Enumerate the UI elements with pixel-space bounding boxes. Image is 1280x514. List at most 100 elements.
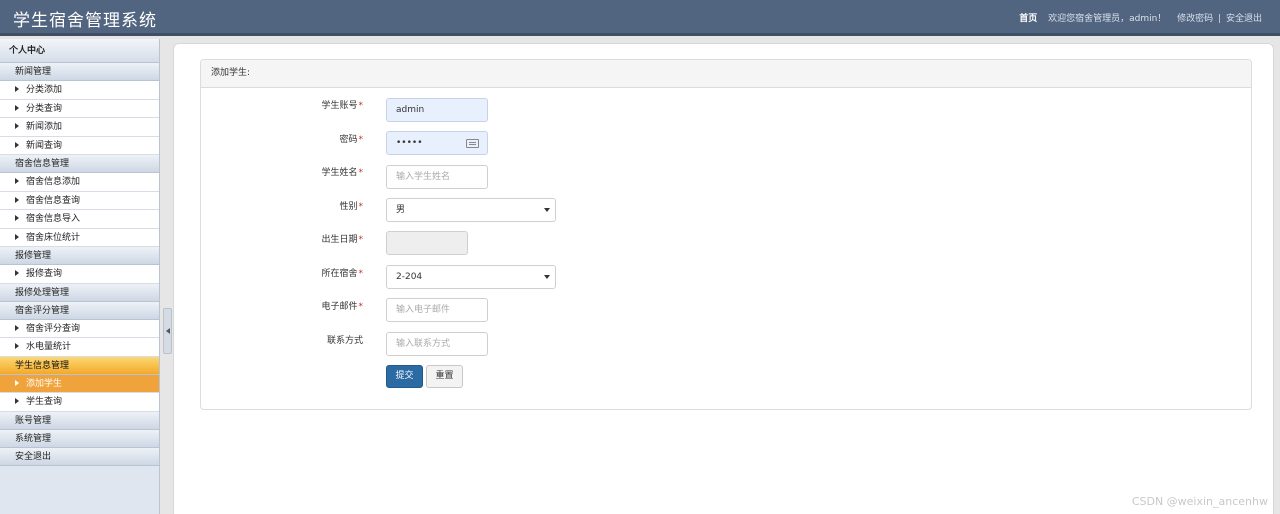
sidebar-item-label: 新闻添加 bbox=[26, 122, 63, 132]
required-mark: * bbox=[358, 235, 364, 245]
gender-select[interactable]: 男 bbox=[386, 198, 556, 222]
triangle-right-icon bbox=[15, 215, 19, 221]
name-label: 学生姓名* bbox=[243, 165, 363, 178]
email-label: 电子邮件* bbox=[243, 299, 363, 312]
link-separator: | bbox=[1218, 14, 1222, 24]
caret-down-icon bbox=[544, 275, 550, 279]
sidebar-item-dorm-query[interactable]: 宿舍信息查询 bbox=[0, 191, 159, 210]
sidebar-item-category-query[interactable]: 分类查询 bbox=[0, 99, 159, 118]
sidebar-item-utility-stats[interactable]: 水电量统计 bbox=[0, 338, 159, 357]
contact-label-text: 联系方式 bbox=[326, 336, 363, 346]
password-label: 密码* bbox=[243, 132, 363, 145]
password-input[interactable]: ••••• bbox=[386, 131, 488, 155]
email-label-text: 电子邮件 bbox=[321, 302, 358, 312]
sidebar-item-dorm-import[interactable]: 宿舍信息导入 bbox=[0, 210, 159, 229]
sidebar-item-dorm-add[interactable]: 宿舍信息添加 bbox=[0, 173, 159, 192]
triangle-right-icon bbox=[15, 270, 19, 276]
submit-button[interactable]: 提交 bbox=[386, 365, 423, 388]
triangle-right-icon bbox=[15, 123, 19, 129]
sidebar-item-bed-stats[interactable]: 宿舍床位统计 bbox=[0, 228, 159, 247]
sidebar-group-account[interactable]: 账号管理 bbox=[0, 411, 159, 430]
chevron-left-icon bbox=[166, 328, 170, 334]
sidebar-group-repair-handling[interactable]: 报修处理管理 bbox=[0, 283, 159, 302]
welcome-text: 欢迎您宿舍管理员，admin！ bbox=[1048, 14, 1167, 24]
birthdate-label: 出生日期* bbox=[243, 232, 363, 245]
required-mark: * bbox=[358, 269, 364, 279]
contact-label: 联系方式 bbox=[243, 333, 363, 346]
sidebar-item-news-query[interactable]: 新闻查询 bbox=[0, 136, 159, 155]
sidebar-item-label: 宿舍信息添加 bbox=[26, 177, 81, 187]
account-label-text: 学生账号 bbox=[321, 101, 358, 111]
triangle-right-icon bbox=[15, 196, 19, 203]
sidebar-item-label: 水电量统计 bbox=[26, 342, 72, 352]
triangle-right-icon bbox=[15, 324, 19, 331]
sidebar-item-label: 分类查询 bbox=[26, 103, 63, 114]
sidebar-group-dorm-score[interactable]: 宿舍评分管理 bbox=[0, 301, 159, 320]
gender-label-text: 性别 bbox=[339, 202, 358, 212]
email-input[interactable]: 输入电子邮件 bbox=[386, 298, 488, 322]
triangle-right-icon bbox=[15, 86, 19, 92]
header-links: 首页 欢迎您宿舍管理员，admin！ 修改密码 | 安全退出 bbox=[1019, 11, 1262, 24]
sidebar-item-label: 宿舍信息导入 bbox=[26, 214, 81, 224]
student-name-input[interactable]: 输入学生姓名 bbox=[386, 165, 488, 189]
birthdate-input[interactable] bbox=[386, 231, 468, 255]
sidebar-item-label: 宿舍评分查询 bbox=[26, 323, 81, 334]
sidebar-item-label: 学生查询 bbox=[26, 397, 63, 407]
required-mark: * bbox=[358, 168, 364, 178]
keyboard-icon[interactable] bbox=[466, 139, 479, 148]
caret-down-icon bbox=[544, 208, 550, 212]
sidebar-group-dorm-info[interactable]: 宿舍信息管理 bbox=[0, 155, 159, 173]
dorm-selected-value: 2-204 bbox=[396, 272, 423, 282]
required-mark: * bbox=[358, 302, 364, 312]
triangle-right-icon bbox=[15, 141, 19, 148]
triangle-right-icon bbox=[15, 343, 19, 349]
gender-label: 性别* bbox=[243, 199, 363, 212]
sidebar-item-add-student[interactable]: 添加学生 bbox=[0, 374, 159, 393]
sidebar-item-label: 宿舍信息查询 bbox=[26, 195, 81, 206]
sidebar-item-category-add[interactable]: 分类添加 bbox=[0, 81, 159, 100]
app-title: 学生宿舍管理系统 bbox=[13, 11, 157, 31]
sidebar-item-repair-query[interactable]: 报修查询 bbox=[0, 265, 159, 284]
sidebar-item-label: 添加学生 bbox=[26, 378, 63, 389]
change-password-link[interactable]: 修改密码 bbox=[1177, 14, 1213, 24]
watermark: CSDN @weixin_ancenhw bbox=[1131, 495, 1268, 508]
sidebar-collapse-handle[interactable] bbox=[163, 308, 172, 354]
dorm-label: 所在宿舍* bbox=[243, 266, 363, 279]
password-label-text: 密码 bbox=[339, 135, 358, 145]
account-label: 学生账号* bbox=[243, 98, 363, 111]
triangle-right-icon bbox=[15, 398, 19, 404]
triangle-right-icon bbox=[15, 379, 19, 386]
account-input[interactable]: admin bbox=[386, 98, 488, 122]
reset-button[interactable]: 重置 bbox=[426, 365, 463, 388]
dorm-select[interactable]: 2-204 bbox=[386, 265, 556, 289]
gender-selected-value: 男 bbox=[396, 205, 406, 215]
birthdate-label-text: 出生日期 bbox=[321, 235, 358, 245]
sidebar-item-label: 报修查询 bbox=[26, 269, 63, 279]
logout-link[interactable]: 安全退出 bbox=[1226, 14, 1262, 24]
name-label-text: 学生姓名 bbox=[321, 168, 358, 178]
sidebar-group-system[interactable]: 系统管理 bbox=[0, 429, 159, 448]
top-header: 学生宿舍管理系统 首页 欢迎您宿舍管理员，admin！ 修改密码 | 安全退出 bbox=[0, 0, 1280, 36]
dorm-label-text: 所在宿舍 bbox=[321, 269, 358, 279]
main-content: 添加学生: 学生账号* admin 密码* ••••• 学生姓名* 输入学生姓名… bbox=[173, 43, 1274, 514]
sidebar-group-logout[interactable]: 安全退出 bbox=[0, 447, 159, 466]
password-mask: ••••• bbox=[396, 138, 423, 148]
triangle-right-icon bbox=[15, 233, 19, 240]
sidebar-group-repair[interactable]: 报修管理 bbox=[0, 247, 159, 265]
triangle-right-icon bbox=[15, 104, 19, 111]
sidebar-item-label: 分类添加 bbox=[26, 85, 63, 95]
sidebar-group-news[interactable]: 新闻管理 bbox=[0, 63, 159, 81]
contact-input[interactable]: 输入联系方式 bbox=[386, 332, 488, 356]
sidebar-title[interactable]: 个人中心 bbox=[0, 39, 159, 63]
sidebar-item-score-query[interactable]: 宿舍评分查询 bbox=[0, 319, 159, 338]
sidebar-item-label: 新闻查询 bbox=[26, 140, 63, 151]
required-mark: * bbox=[358, 101, 364, 111]
home-link[interactable]: 首页 bbox=[1019, 14, 1037, 24]
sidebar: 个人中心 新闻管理 分类添加 分类查询 新闻添加 新闻查询 宿舍信息管理 宿舍信… bbox=[0, 39, 160, 514]
sidebar-item-student-query[interactable]: 学生查询 bbox=[0, 393, 159, 412]
add-student-panel: 添加学生: 学生账号* admin 密码* ••••• 学生姓名* 输入学生姓名… bbox=[200, 59, 1252, 410]
required-mark: * bbox=[358, 135, 364, 145]
sidebar-group-student-info[interactable]: 学生信息管理 bbox=[0, 356, 159, 375]
sidebar-item-news-add[interactable]: 新闻添加 bbox=[0, 118, 159, 137]
triangle-right-icon bbox=[15, 178, 19, 184]
